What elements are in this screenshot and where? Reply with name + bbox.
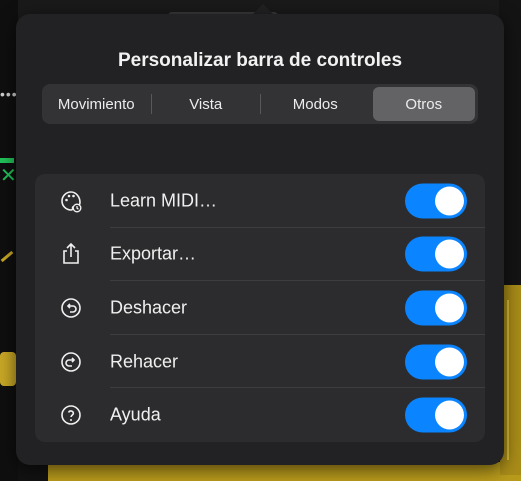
list-item-rehacer: Rehacer — [35, 335, 485, 389]
segment-divider — [150, 94, 152, 114]
popover-title: Personalizar barra de controles — [117, 50, 403, 71]
redo-icon — [59, 350, 83, 374]
item-label: Exportar… — [110, 243, 197, 264]
share-export-icon — [59, 242, 83, 266]
toggle-knob — [435, 347, 464, 377]
ayuda-toggle[interactable] — [405, 397, 467, 433]
segment-divider — [260, 94, 261, 114]
controls-list: Learn MIDI… Exportar… Deshacer Rehacer A… — [35, 174, 485, 442]
item-label: Ayuda — [110, 404, 161, 425]
category-segmented-control: Movimiento Vista Modos Otros — [42, 84, 478, 124]
track-green-marker — [0, 158, 14, 163]
list-item-ayuda: Ayuda — [35, 388, 485, 442]
undo-icon — [59, 296, 83, 320]
midi-learn-icon — [59, 189, 83, 213]
list-item-exportar: Exportar… — [35, 228, 485, 282]
deshacer-toggle[interactable] — [405, 290, 467, 326]
region-line — [507, 300, 509, 460]
help-icon — [59, 403, 83, 427]
item-label: Learn MIDI… — [110, 190, 218, 211]
toggle-knob — [435, 293, 464, 323]
list-item-learn-midi: Learn MIDI… — [35, 174, 485, 228]
tab-modos[interactable]: Modos — [264, 87, 367, 121]
toggle-knob — [435, 239, 464, 269]
customize-controlbar-popover: Personalizar barra de controles Movimien… — [16, 14, 504, 465]
toggle-knob — [435, 186, 464, 216]
toggle-knob — [435, 400, 464, 430]
item-label: Rehacer — [110, 351, 179, 372]
learn-midi-toggle[interactable] — [405, 183, 467, 219]
tab-movimiento[interactable]: Movimiento — [45, 87, 148, 121]
tab-otros[interactable]: Otros — [372, 87, 475, 121]
track-x-icon: ✕ — [0, 165, 17, 187]
exportar-toggle[interactable] — [405, 236, 467, 272]
item-label: Deshacer — [110, 297, 188, 318]
rehacer-toggle[interactable] — [405, 344, 467, 380]
list-item-deshacer: Deshacer — [35, 281, 485, 335]
tab-vista[interactable]: Vista — [155, 87, 258, 121]
drum-icon — [0, 352, 16, 386]
